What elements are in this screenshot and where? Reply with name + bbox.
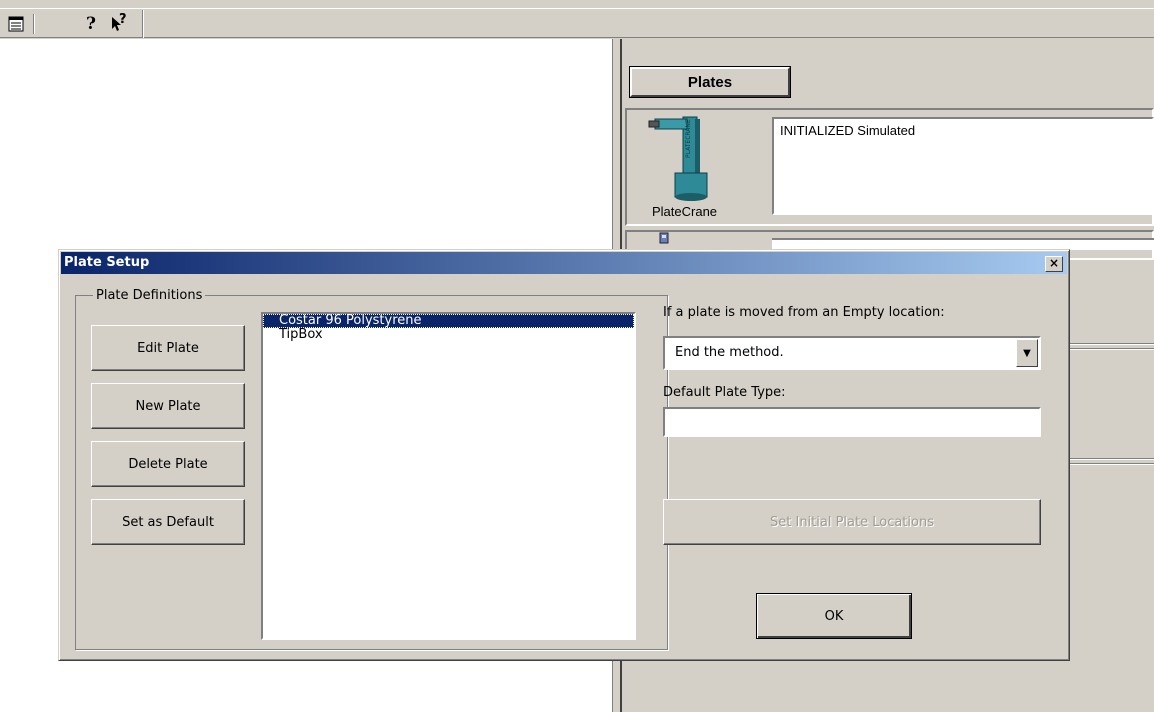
set-initial-plate-locations-button[interactable]: Set Initial Plate Locations: [663, 499, 1041, 545]
divider-line: [1070, 463, 1154, 465]
device-name: PlateCrane: [652, 204, 718, 219]
ok-button[interactable]: OK: [756, 593, 912, 639]
window-top-edge: [0, 0, 1154, 9]
divider-line: [1070, 348, 1154, 350]
dialog-title: Plate Setup: [64, 255, 150, 270]
empty-location-label: If a plate is moved from an Empty locati…: [663, 305, 945, 320]
list-item[interactable]: TipBox: [263, 328, 634, 342]
plates-tab[interactable]: Plates: [629, 66, 791, 98]
svg-text:PLATECRANE: PLATECRANE: [685, 119, 692, 158]
whats-this-icon[interactable]: ?: [108, 12, 130, 35]
toolbar-separator: [33, 14, 35, 34]
edit-plate-button[interactable]: Edit Plate: [91, 325, 245, 371]
new-plate-button[interactable]: New Plate: [91, 383, 245, 429]
divider-line: [1070, 458, 1154, 460]
set-as-default-button[interactable]: Set as Default: [91, 499, 245, 545]
toolbar: ? ?: [0, 10, 1154, 38]
default-plate-type-label: Default Plate Type:: [663, 385, 786, 400]
divider-line: [1070, 343, 1154, 345]
plate-setup-dialog: Plate Setup × Plate Definitions Edit Pla…: [58, 249, 1070, 661]
chevron-down-icon[interactable]: ▼: [1016, 339, 1038, 367]
list-item[interactable]: Costar 96 Polystyrene: [263, 314, 634, 328]
device-status: INITIALIZED Simulated: [772, 117, 1154, 215]
toolbar-separator: [142, 10, 144, 38]
plate-list[interactable]: Costar 96 Polystyrene TipBox: [261, 312, 636, 640]
close-icon[interactable]: ×: [1045, 256, 1063, 272]
default-plate-type-field[interactable]: [663, 407, 1041, 437]
empty-location-value: End the method.: [675, 345, 784, 360]
plate-definitions-label: Plate Definitions: [93, 288, 206, 303]
platecrane-icon[interactable]: PLATECRANE: [645, 113, 715, 207]
delete-plate-button[interactable]: Delete Plate: [91, 441, 245, 487]
list-view-icon[interactable]: [5, 13, 27, 35]
help-icon[interactable]: ?: [80, 13, 102, 35]
device-icon[interactable]: [658, 232, 672, 244]
dialog-titlebar[interactable]: Plate Setup ×: [61, 252, 1067, 274]
empty-location-select[interactable]: End the method. ▼: [663, 336, 1041, 370]
